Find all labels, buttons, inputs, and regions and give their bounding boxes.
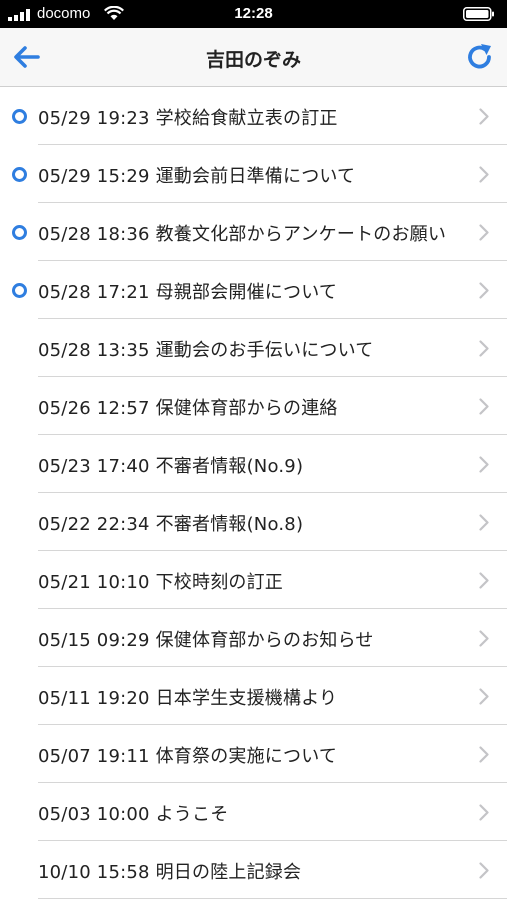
- message-title: 05/22 22:34 不審者情報(No.8): [38, 514, 304, 535]
- chevron-right-icon: [479, 340, 489, 357]
- message-list: 05/29 19:23 学校給食献立表の訂正 05/29 15:29 運動会前日準…: [0, 87, 507, 899]
- message-title: 05/26 12:57 保健体育部からの連絡: [38, 398, 338, 419]
- message-title: 05/28 18:36 教養文化部からアンケートのお願い: [38, 224, 447, 245]
- status-bar: docomo 12:28: [0, 0, 507, 28]
- message-title: 05/03 10:00 ようこそ: [38, 804, 229, 825]
- status-time: 12:28: [234, 5, 273, 22]
- chevron-right-icon: [479, 224, 489, 241]
- unread-dot-icon: [12, 109, 27, 124]
- message-title: 05/21 10:10 下校時刻の訂正: [38, 572, 283, 593]
- unread-dot-icon: [12, 167, 27, 182]
- chevron-right-icon: [479, 456, 489, 473]
- message-title: 05/28 13:35 運動会のお手伝いについて: [38, 340, 374, 361]
- chevron-right-icon: [479, 630, 489, 647]
- message-row[interactable]: 05/03 10:00 ようこそ: [0, 783, 507, 841]
- message-title: 05/23 17:40 不審者情報(No.9): [38, 456, 304, 477]
- message-title: 05/07 19:11 体育祭の実施について: [38, 746, 338, 767]
- message-row[interactable]: 05/11 19:20 日本学生支援機構より: [0, 667, 507, 725]
- chevron-right-icon: [479, 746, 489, 763]
- message-row[interactable]: 05/21 10:10 下校時刻の訂正: [0, 551, 507, 609]
- message-row[interactable]: 05/28 18:36 教養文化部からアンケートのお願い: [0, 203, 507, 261]
- message-row[interactable]: 05/07 19:11 体育祭の実施について: [0, 725, 507, 783]
- message-row[interactable]: 05/22 22:34 不審者情報(No.8): [0, 493, 507, 551]
- chevron-right-icon: [479, 862, 489, 879]
- message-row[interactable]: 05/29 15:29 運動会前日準備について: [0, 145, 507, 203]
- message-row[interactable]: 05/23 17:40 不審者情報(No.9): [0, 435, 507, 493]
- chevron-right-icon: [479, 166, 489, 183]
- chevron-right-icon: [479, 282, 489, 299]
- chevron-right-icon: [479, 108, 489, 125]
- message-row[interactable]: 05/28 13:35 運動会のお手伝いについて: [0, 319, 507, 377]
- message-row[interactable]: 05/29 19:23 学校給食献立表の訂正: [0, 87, 507, 145]
- unread-dot-icon: [12, 225, 27, 240]
- message-title: 05/29 15:29 運動会前日準備について: [38, 166, 356, 187]
- message-title: 10/10 15:58 明日の陸上記録会: [38, 862, 302, 883]
- message-row[interactable]: 05/26 12:57 保健体育部からの連絡: [0, 377, 507, 435]
- message-title: 05/11 19:20 日本学生支援機構より: [38, 688, 338, 709]
- message-title: 05/28 17:21 母親部会開催について: [38, 282, 338, 303]
- unread-dot-icon: [12, 283, 27, 298]
- battery-icon: [463, 7, 494, 21]
- message-row[interactable]: 05/28 17:21 母親部会開催について: [0, 261, 507, 319]
- message-title: 05/29 19:23 学校給食献立表の訂正: [38, 108, 338, 129]
- chevron-right-icon: [479, 804, 489, 821]
- refresh-icon[interactable]: [463, 42, 497, 72]
- chevron-right-icon: [479, 572, 489, 589]
- chevron-right-icon: [479, 514, 489, 531]
- message-row[interactable]: 10/10 15:58 明日の陸上記録会: [0, 841, 507, 899]
- message-title: 05/15 09:29 保健体育部からのお知らせ: [38, 630, 374, 651]
- page-title: 吉田のぞみ: [205, 49, 301, 71]
- message-row[interactable]: 05/15 09:29 保健体育部からのお知らせ: [0, 609, 507, 667]
- chevron-right-icon: [479, 398, 489, 415]
- chevron-right-icon: [479, 688, 489, 705]
- nav-bar: 吉田のぞみ: [0, 28, 507, 87]
